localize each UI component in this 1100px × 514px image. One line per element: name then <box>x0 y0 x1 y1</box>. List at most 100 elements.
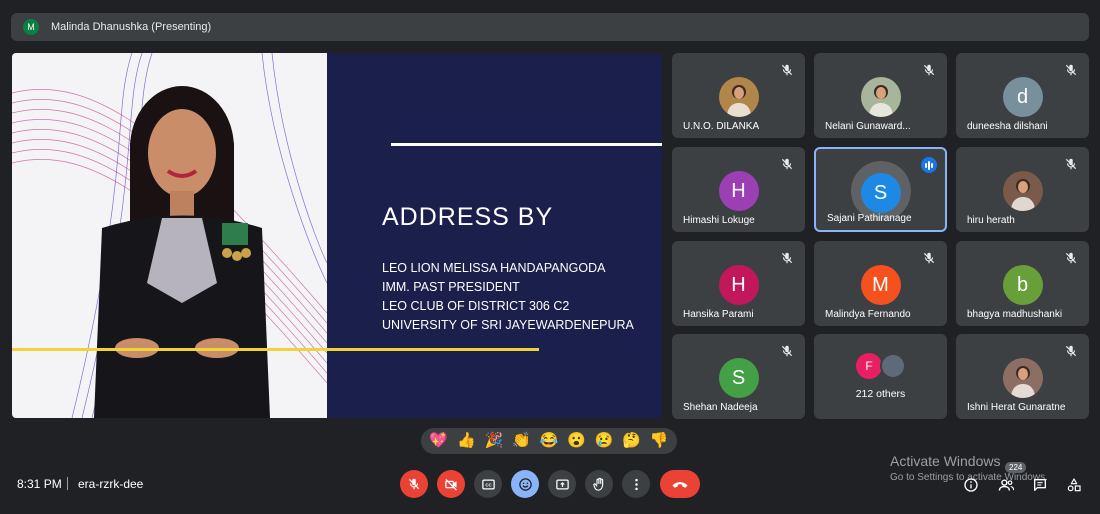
raise-hand-icon <box>592 477 603 491</box>
mic-off-icon <box>922 63 936 77</box>
reaction-thinking-button[interactable]: 🤔 <box>619 428 645 454</box>
participant-tile[interactable]: Ishni Herat Gunaratne <box>956 334 1089 419</box>
reaction-thumbs-down-button[interactable]: 👎 <box>646 428 672 454</box>
avatar-photo <box>1002 358 1043 398</box>
participant-name: Shehan Nadeeja <box>683 402 758 413</box>
activate-windows-title: Activate Windows <box>890 453 1001 469</box>
participant-name: Nelani Gunaward... <box>825 121 911 132</box>
reaction-laugh-button[interactable]: 😂 <box>536 428 562 454</box>
mic-off-icon <box>1064 63 1078 77</box>
participant-name: bhagya madhushanki <box>967 309 1063 320</box>
slide-line: UNIVERSITY OF SRI JAYEWARDENEPURA <box>382 318 634 332</box>
participant-tile[interactable]: H Himashi Lokuge <box>672 147 805 232</box>
more-options-button[interactable] <box>622 470 650 498</box>
participant-tile[interactable]: H Hansika Parami <box>672 241 805 326</box>
present-icon <box>555 479 569 489</box>
mic-off-icon <box>1064 251 1078 265</box>
end-call-icon <box>672 482 688 488</box>
participant-tile[interactable]: hiru herath <box>956 147 1089 232</box>
mic-off-icon <box>780 344 794 358</box>
mic-off-icon <box>922 251 936 265</box>
others-count-label: 212 others <box>855 388 906 400</box>
participant-name: Hansika Parami <box>683 309 754 320</box>
slide-accent-line <box>12 348 539 351</box>
avatar: S <box>718 358 759 398</box>
meeting-code: era-rzrk-dee <box>78 477 144 491</box>
slide-photo <box>12 53 327 418</box>
more-options-icon <box>634 478 638 490</box>
emoji-icon <box>518 477 532 491</box>
people-count-badge: 224 <box>1005 462 1027 473</box>
meeting-details-button[interactable] <box>960 474 982 496</box>
participant-tile[interactable]: S Sajani Pathiranage <box>814 147 947 232</box>
avatar: F <box>856 353 882 379</box>
participant-tile[interactable]: F 212 others <box>814 334 947 419</box>
chat-button[interactable] <box>1029 474 1051 496</box>
presenter-avatar: M <box>23 19 39 35</box>
shared-screen: ADDRESS BY LEO LION MELISSA HANDAPANGODA… <box>12 53 662 418</box>
reaction-sad-button[interactable]: 😢 <box>591 428 617 454</box>
slide-body: LEO LION MELISSA HANDAPANGODA IMM. PAST … <box>382 259 634 335</box>
others-avatars: F <box>854 353 914 383</box>
people-icon <box>998 478 1014 491</box>
mic-off-icon <box>1064 344 1078 358</box>
camera-toggle-button[interactable] <box>437 470 465 498</box>
avatar: d <box>1002 77 1043 117</box>
mic-toggle-button[interactable] <box>400 470 428 498</box>
participant-name: duneesha dilshani <box>967 121 1048 132</box>
participant-name: hiru herath <box>967 215 1015 226</box>
avatar: b <box>1002 265 1043 305</box>
participant-tile[interactable]: M Malindya Fernando <box>814 241 947 326</box>
avatar-photo <box>860 77 901 117</box>
slide-title: ADDRESS BY <box>382 203 554 231</box>
info-icon <box>964 478 978 492</box>
svg-text:CC: CC <box>485 482 492 487</box>
mic-off-icon <box>780 63 794 77</box>
captions-button[interactable]: CC <box>474 470 502 498</box>
reactions-button[interactable] <box>511 470 539 498</box>
reaction-party-button[interactable]: 🎉 <box>481 428 507 454</box>
participant-name: Himashi Lokuge <box>683 215 755 226</box>
leave-call-button[interactable] <box>660 470 700 498</box>
participant-name: U.N.O. DILANKA <box>683 121 760 132</box>
raise-hand-button[interactable] <box>585 470 613 498</box>
participant-name: Ishni Herat Gunaratne <box>967 402 1066 413</box>
avatar-photo <box>880 353 906 379</box>
participant-name: Malindya Fernando <box>825 309 911 320</box>
avatar-photo <box>1002 171 1043 211</box>
activities-icon <box>1067 478 1081 492</box>
avatar: H <box>718 171 759 211</box>
speaker-photo <box>12 53 327 418</box>
reaction-bar: 💖 👍 🎉 👏 😂 😮 😢 🤔 👎 <box>421 428 677 454</box>
presenter-bar: M Malinda Dhanushka (Presenting) <box>11 13 1089 41</box>
participant-tile[interactable]: d duneesha dilshani <box>956 53 1089 138</box>
participant-tile[interactable]: b bhagya madhushanki <box>956 241 1089 326</box>
slide-divider-line <box>391 143 662 146</box>
mic-off-icon <box>780 157 794 171</box>
captions-icon: CC <box>481 479 495 489</box>
mic-off-icon <box>1064 157 1078 171</box>
avatar: S <box>860 173 901 213</box>
slide-line: IMM. PAST PRESIDENT <box>382 280 520 294</box>
activities-button[interactable] <box>1063 474 1085 496</box>
slide-text-panel <box>327 53 662 418</box>
camera-off-icon <box>444 478 457 491</box>
participant-tile[interactable]: S Shehan Nadeeja <box>672 334 805 419</box>
avatar: H <box>718 265 759 305</box>
speaking-indicator-icon <box>921 157 937 173</box>
participant-tile[interactable]: U.N.O. DILANKA <box>672 53 805 138</box>
people-button[interactable] <box>995 474 1017 496</box>
participant-name: Sajani Pathiranage <box>827 213 912 224</box>
participant-tile[interactable]: Nelani Gunaward... <box>814 53 947 138</box>
present-now-button[interactable] <box>548 470 576 498</box>
reaction-surprised-button[interactable]: 😮 <box>564 428 590 454</box>
meeting-info-divider <box>67 477 68 490</box>
reaction-clap-button[interactable]: 👏 <box>508 428 534 454</box>
mic-off-icon <box>408 478 420 490</box>
reaction-heart-button[interactable]: 💖 <box>426 428 452 454</box>
slide-line: LEO CLUB OF DISTRICT 306 C2 <box>382 299 570 313</box>
avatar: M <box>860 265 901 305</box>
slide-line: LEO LION MELISSA HANDAPANGODA <box>382 261 606 275</box>
reaction-thumbs-up-button[interactable]: 👍 <box>453 428 479 454</box>
chat-icon <box>1034 479 1046 491</box>
